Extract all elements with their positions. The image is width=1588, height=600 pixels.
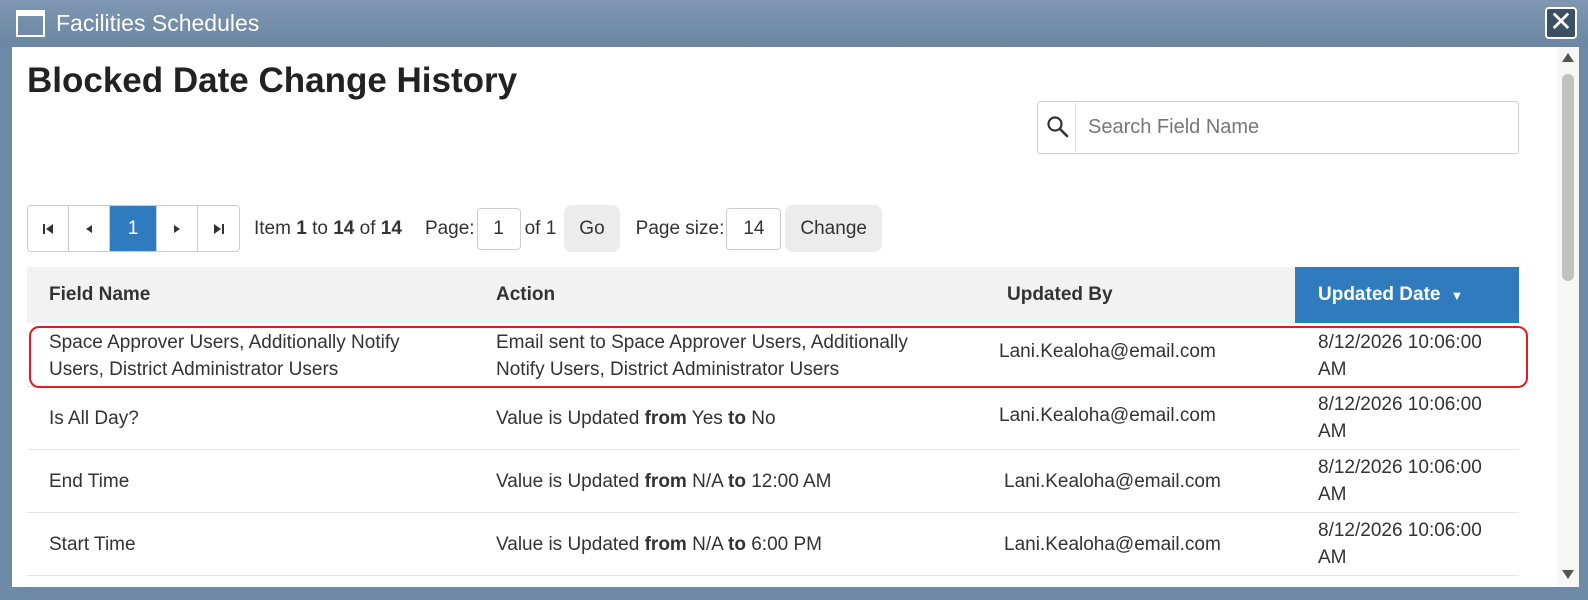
prev-page-icon [86, 224, 92, 233]
to-word: to [728, 471, 746, 492]
action-cell: Value is Updated from N/A to 12:00 AM [496, 468, 832, 495]
updated-by-cell: Lani.Kealoha@email.com [1004, 534, 1221, 555]
action-text: Value is Updated [496, 534, 640, 555]
pager-buttons: 1 [27, 205, 240, 252]
prev-page-button[interactable] [69, 206, 110, 251]
table-row[interactable]: Is All Day? Value is Updated from Yes to… [27, 387, 1519, 450]
last-page-icon [213, 223, 224, 234]
action-cell: Email sent to Space Approver Users, Addi… [496, 332, 908, 380]
pager: 1 Item 1 to 14 of 14 Page: of 1 Go Page … [27, 205, 882, 252]
search-input[interactable] [1075, 103, 1515, 152]
page-title: Blocked Date Change History [27, 61, 518, 100]
to-value: No [751, 408, 776, 429]
action-text: Value is Updated [496, 471, 640, 492]
table-header: Field Name Action Updated By Updated Dat… [27, 267, 1519, 323]
updated-by-cell: Lani.Kealoha@email.com [999, 405, 1216, 426]
next-page-button[interactable] [157, 206, 198, 251]
search-box [1037, 101, 1519, 154]
updated-date-cell: 8/12/2026 10:06:00 AM [1318, 520, 1482, 568]
field-name-cell: Is All Day? [49, 408, 139, 429]
updated-date-cell: 8/12/2026 10:06:00 AM [1318, 457, 1482, 505]
to-value: 12:00 AM [751, 471, 832, 492]
scroll-down-arrow-icon[interactable] [1562, 570, 1574, 579]
page-1-button[interactable]: 1 [110, 206, 157, 251]
page-label: Page: [424, 217, 475, 239]
window-titlebar: Facilities Schedules ✕ [0, 0, 1588, 47]
column-header-updated-date[interactable]: Updated Date ▼ [1295, 267, 1519, 323]
change-button[interactable]: Change [785, 205, 882, 252]
from-value: Yes [691, 408, 723, 429]
to-value: 6:00 PM [751, 534, 822, 555]
history-table: Field Name Action Updated By Updated Dat… [27, 267, 1528, 576]
column-header-field-name[interactable]: Field Name [49, 267, 150, 323]
item-range: Item 1 to 14 of 14 [254, 218, 402, 240]
next-page-icon [174, 224, 180, 233]
search-icon [1047, 116, 1069, 138]
from-value: N/A [692, 534, 723, 555]
from-word: from [644, 534, 687, 555]
first-page-button[interactable] [28, 206, 69, 251]
to-label: to [312, 217, 328, 239]
sort-descending-icon: ▼ [1450, 288, 1464, 303]
table-row[interactable]: Space Approver Users, Additionally Notif… [27, 323, 1528, 388]
updated-by-cell: Lani.Kealoha@email.com [1004, 471, 1221, 492]
scroll-up-arrow-icon[interactable] [1562, 53, 1574, 62]
item-to: 14 [333, 217, 355, 239]
first-page-icon [43, 223, 53, 234]
table-row[interactable]: Start Time Value is Updated from N/A to … [27, 513, 1519, 576]
window-title: Facilities Schedules [56, 10, 260, 36]
from-word: from [644, 408, 687, 429]
field-name-cell: Space Approver Users, Additionally Notif… [49, 332, 400, 380]
from-value: N/A [692, 471, 723, 492]
updated-date-label: Updated Date [1318, 284, 1441, 305]
page-size-input[interactable] [726, 207, 782, 250]
updated-date-cell: 8/12/2026 10:06:00 AM [1318, 394, 1482, 442]
page-of-label: of 1 [524, 217, 557, 239]
item-label: Item [254, 217, 291, 239]
to-word: to [728, 408, 746, 429]
column-header-updated-by[interactable]: Updated By [1007, 267, 1113, 323]
go-button[interactable]: Go [564, 205, 620, 252]
updated-date-cell: 8/12/2026 10:06:00 AM [1318, 332, 1482, 380]
item-from: 1 [296, 217, 307, 239]
field-name-cell: End Time [49, 471, 130, 492]
dialog-content: Blocked Date Change History 1 [12, 47, 1579, 587]
to-word: to [728, 534, 746, 555]
item-total: 14 [380, 217, 402, 239]
vertical-scrollbar[interactable] [1557, 47, 1579, 587]
action-text: Value is Updated [496, 408, 640, 429]
action-cell: Value is Updated from Yes to No [496, 405, 776, 432]
of-label: of [359, 217, 376, 239]
close-button[interactable]: ✕ [1545, 7, 1577, 39]
field-name-cell: Start Time [49, 534, 136, 555]
page-input[interactable] [476, 207, 521, 250]
table-row[interactable]: End Time Value is Updated from N/A to 12… [27, 450, 1519, 513]
page-size-label: Page size: [635, 217, 725, 239]
last-page-button[interactable] [198, 206, 239, 251]
scrollbar-thumb[interactable] [1562, 74, 1574, 281]
column-header-action[interactable]: Action [496, 267, 555, 323]
action-cell: Value is Updated from N/A to 6:00 PM [496, 531, 822, 558]
from-word: from [644, 471, 687, 492]
window-icon [16, 10, 45, 37]
updated-by-cell: Lani.Kealoha@email.com [999, 341, 1216, 362]
